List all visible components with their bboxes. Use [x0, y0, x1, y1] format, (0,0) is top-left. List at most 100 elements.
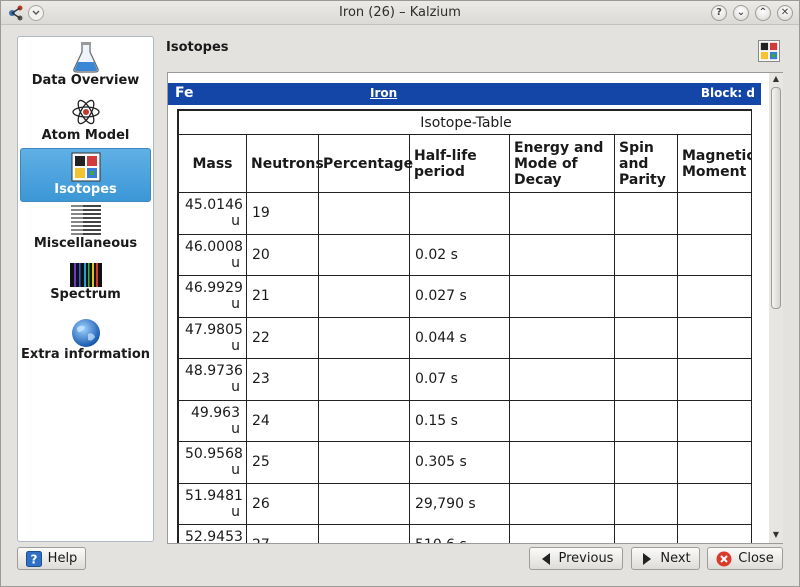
- previous-button[interactable]: Previous: [529, 547, 623, 570]
- column-header-neutrons: Neutrons: [246, 134, 324, 193]
- magnetic-cell: [676, 358, 751, 401]
- magnetic-cell: [676, 399, 751, 442]
- energy-cell: [509, 441, 615, 484]
- close-icon: [716, 551, 732, 566]
- half-life-cell: 0.02 s: [409, 233, 510, 276]
- sidebar-item-extra-information[interactable]: Extra information: [20, 318, 151, 382]
- close-window-button[interactable]: ✕: [777, 5, 793, 21]
- neutrons-cell: 19: [246, 192, 319, 235]
- globe-icon: [71, 319, 100, 347]
- magnetic-cell: [676, 482, 751, 525]
- mass-cell: 46.0008 u: [178, 233, 247, 276]
- table-row: 46.0008 u 20 0.02 s: [178, 233, 751, 276]
- isotope-content-view[interactable]: Fe Iron Block: d Isotope-Table Mass Neut…: [167, 72, 783, 544]
- flask-icon: [72, 42, 99, 73]
- percentage-cell: [318, 316, 410, 359]
- spin-cell: [614, 316, 678, 359]
- spin-cell: [614, 358, 678, 401]
- scroll-down-icon[interactable]: ▼: [772, 531, 780, 539]
- isotope-table: Isotope-Table Mass Neutrons Percentage H…: [178, 110, 751, 543]
- table-row: 52.9453 u27 510.6 s: [178, 524, 751, 543]
- spectrum-icon: [69, 263, 102, 287]
- sidebar-item-label: Isotopes: [54, 182, 117, 197]
- magnetic-cell: [676, 441, 751, 484]
- half-life-cell: 0.15 s: [409, 399, 510, 442]
- element-name-link[interactable]: Iron: [370, 86, 397, 100]
- help-button[interactable]: ? Help: [17, 547, 86, 570]
- minimize-button[interactable]: ⌄: [733, 5, 749, 21]
- help-button-label: Help: [47, 551, 78, 566]
- half-life-cell: 0.044 s: [409, 316, 510, 359]
- table-row: 50.9568 u 25 0.305 s: [178, 441, 751, 484]
- element-block: Block: d: [700, 86, 755, 100]
- half-life-cell: 29,790 s: [409, 482, 510, 525]
- percentage-cell: [318, 399, 410, 442]
- help-icon: ?: [25, 550, 42, 567]
- neutrons-cell: 26: [246, 482, 319, 525]
- neutrons-cell: 22: [246, 316, 319, 359]
- half-life-cell: [409, 192, 510, 235]
- content-scrollbar[interactable]: ▲ ▼: [769, 73, 783, 543]
- table-row: 46.9929 u 21 0.027 s: [178, 275, 751, 318]
- close-button-label: Close: [738, 551, 774, 566]
- isotope-table-wrap: Isotope-Table Mass Neutrons Percentage H…: [177, 109, 752, 543]
- spin-cell: [614, 399, 678, 442]
- page-title: Isotopes: [166, 40, 229, 55]
- next-button-label: Next: [660, 551, 691, 566]
- mass-cell: 45.0146 u: [178, 192, 247, 235]
- kalzium-window: Iron (26) – Kalzium ? ⌄ ⌃ ✕ Data Overvie…: [0, 0, 800, 587]
- mass-cell: 49.963 u: [178, 399, 247, 442]
- half-life-cell: 0.305 s: [409, 441, 510, 484]
- magnetic-cell: [676, 192, 751, 235]
- sidebar-item-label: Atom Model: [41, 128, 130, 143]
- percentage-cell: [318, 233, 410, 276]
- isotopes-header-icon: [758, 40, 780, 62]
- energy-cell: [509, 233, 615, 276]
- mass-cell: 47.9805 u: [178, 316, 247, 359]
- maximize-button[interactable]: ⌃: [755, 5, 771, 21]
- sidebar: Data Overview Atom Model Isotopes Miscel…: [17, 36, 154, 542]
- sidebar-item-data-overview[interactable]: Data Overview: [20, 41, 151, 94]
- column-header-half-life: Half-life period: [409, 134, 510, 193]
- percentage-cell: [318, 192, 410, 235]
- neutrons-cell: 24: [246, 399, 319, 442]
- close-button[interactable]: Close: [707, 547, 783, 570]
- energy-cell: [509, 399, 615, 442]
- magnetic-cell: [676, 233, 751, 276]
- window-title: Iron (26) – Kalzium: [339, 5, 461, 20]
- neutrons-cell: 20: [246, 233, 319, 276]
- sidebar-item-label: Spectrum: [50, 287, 121, 302]
- element-symbol: Fe: [175, 85, 194, 101]
- scrollbar-thumb[interactable]: [771, 87, 781, 309]
- next-button[interactable]: Next: [631, 547, 700, 570]
- half-life-cell: 0.027 s: [409, 275, 510, 318]
- arrow-left-icon: [541, 552, 550, 565]
- table-row: 51.9481 u 26 29,790 s: [178, 482, 751, 525]
- title-bar[interactable]: Iron (26) – Kalzium ? ⌄ ⌃ ✕: [1, 1, 799, 25]
- sidebar-item-spectrum[interactable]: Spectrum: [20, 263, 151, 313]
- percentage-cell: [318, 524, 410, 543]
- isotopes-icon: [71, 152, 100, 182]
- mass-cell: 46.9929 u: [178, 275, 247, 318]
- column-header-spin: Spin and Parity: [614, 134, 678, 193]
- sidebar-item-label: Miscellaneous: [33, 236, 138, 251]
- help-window-button[interactable]: ?: [711, 5, 727, 21]
- neutrons-cell: 25: [246, 441, 319, 484]
- column-header-magnetic: Magnetic Moment: [676, 134, 751, 193]
- svg-text:?: ?: [30, 552, 37, 566]
- column-header-mass: Mass: [178, 134, 247, 193]
- sidebar-item-label: Extra information: [20, 347, 151, 362]
- spin-cell: [614, 524, 678, 543]
- spin-cell: [614, 482, 678, 525]
- scroll-up-icon[interactable]: ▲: [772, 75, 780, 83]
- sidebar-item-miscellaneous[interactable]: Miscellaneous: [20, 204, 151, 257]
- sidebar-item-atom-model[interactable]: Atom Model: [20, 96, 151, 149]
- magnetic-cell: [676, 524, 751, 543]
- table-row: 49.963 u 24 0.15 s: [178, 399, 751, 442]
- percentage-cell: [318, 441, 410, 484]
- sidebar-item-isotopes[interactable]: Isotopes: [20, 148, 151, 202]
- energy-cell: [509, 358, 615, 401]
- percentage-cell: [318, 482, 410, 525]
- element-header-bar: Fe Iron Block: d: [168, 83, 761, 105]
- half-life-cell: 0.07 s: [409, 358, 510, 401]
